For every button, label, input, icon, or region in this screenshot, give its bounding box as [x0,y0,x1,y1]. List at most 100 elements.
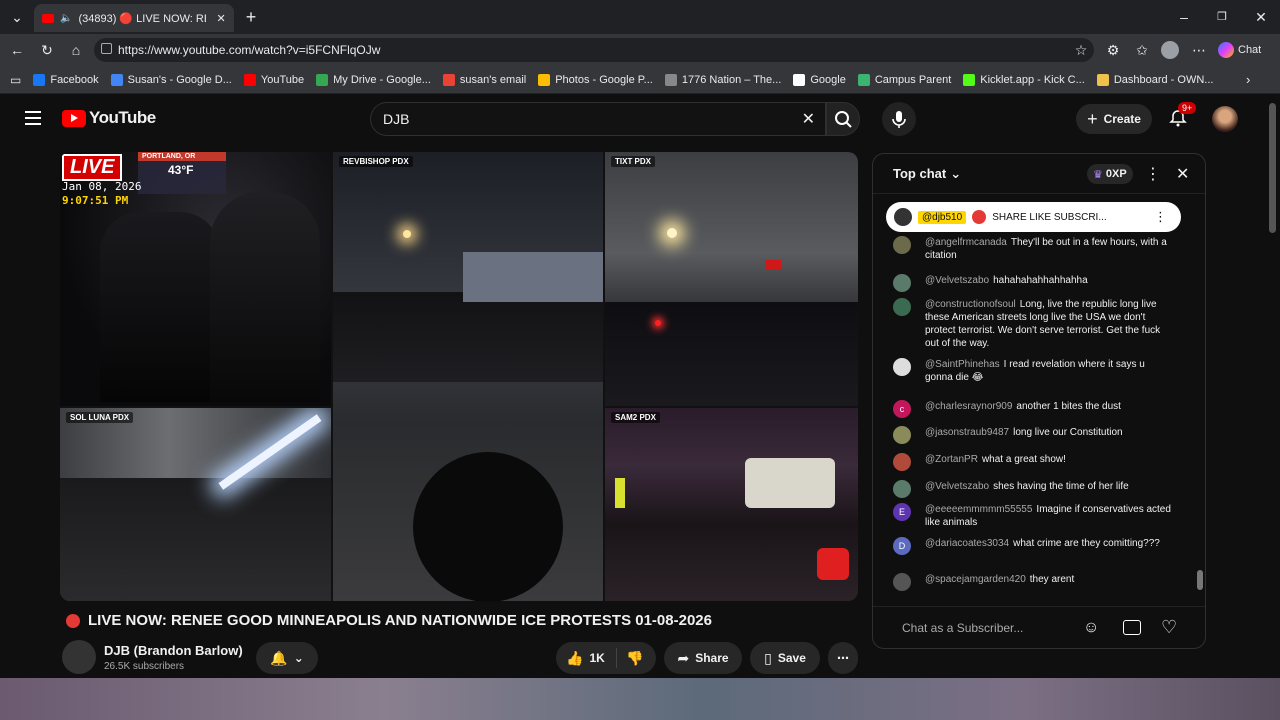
channel-name[interactable]: DJB (Brandon Barlow) [104,643,243,658]
chat-options-icon[interactable]: ⋮ [1145,164,1161,184]
like-dislike-group: 👍 1K 👎 [556,642,656,674]
chat-author-avatar[interactable] [893,274,911,292]
like-button[interactable]: 👍 1K [566,650,605,667]
pinned-message[interactable]: @djb510 SHARE LIKE SUBSCRI... ⋮ [886,202,1181,232]
chat-author[interactable]: @jasonstraub9487 [925,427,1009,438]
page-scrollbar[interactable] [1266,95,1280,678]
share-label: Share [695,651,729,665]
chat-author[interactable]: @charlesraynor909 [925,401,1012,412]
thumbs-down-icon[interactable]: 👎 [626,650,643,667]
chat-author-avatar[interactable] [893,573,911,591]
pinned-options-icon[interactable]: ⋮ [1154,209,1167,225]
emoji-icon[interactable]: ☺ [1083,619,1099,637]
bookmark-item[interactable]: Google [793,73,846,86]
bookmark-item[interactable]: Susan's - Google D... [110,73,232,86]
refresh-icon[interactable]: ↻ [38,41,56,59]
speaker-icon[interactable]: 🔈 [60,13,72,24]
youtube-logo[interactable]: YouTube [62,108,156,128]
chat-author-avatar[interactable]: E [893,503,911,521]
profile-avatar[interactable] [1161,41,1179,59]
copilot-chat-button[interactable]: Chat [1218,38,1274,62]
bookmark-item[interactable]: YouTube [243,73,304,86]
live-indicator-icon [66,613,80,628]
video-cell-bottom-right: SAM2 PDX [605,408,858,601]
thumbs-up-icon: 👍 [566,649,584,666]
tab-list-icon[interactable]: ⌄ [8,8,26,26]
points-badge[interactable]: ♛ 0XP [1087,164,1133,184]
weather-overlay: PORTLAND, OR 43°F [138,152,226,194]
youtube-play-icon [62,109,86,127]
new-tab-button[interactable]: + [242,8,260,26]
create-button[interactable]: + Create [1076,104,1152,134]
more-actions-button[interactable]: ⋯ [828,642,858,674]
hamburger-menu-icon[interactable] [25,111,41,125]
clear-search-icon[interactable]: ✕ [802,109,815,129]
chat-author-avatar[interactable] [893,426,911,444]
bookmark-item[interactable]: Campus Parent [857,73,951,86]
chat-author-avatar[interactable] [893,358,911,376]
minimize-icon[interactable]: – [1175,8,1193,26]
save-label: Save [777,651,806,665]
chat-scrollbar[interactable] [1197,198,1203,598]
chat-label: Chat [1238,44,1262,56]
favorites-icon[interactable]: ☆ [1072,41,1090,59]
extensions-icon[interactable]: ⚙ [1104,41,1122,59]
chat-author[interactable]: @eeeeemmmmm55555 [925,504,1032,515]
notification-bell-button[interactable]: 🔔 ⌄ [256,642,318,674]
maximize-icon[interactable]: ❐ [1213,8,1231,26]
search-input[interactable]: DJB ✕ [370,102,826,136]
chat-author[interactable]: @angelfrmcanada [925,237,1007,248]
more-menu-icon[interactable]: ⋯ [1190,41,1208,59]
chat-text: long live our Constitution [1013,427,1123,438]
site-info-icon[interactable] [101,43,112,54]
chat-author-avatar[interactable]: c [893,400,911,418]
chat-author[interactable]: @SaintPhinehas [925,359,1000,370]
bookmark-item[interactable]: Facebook [33,73,99,86]
bookmark-favicon-icon [538,73,551,86]
close-tab-icon[interactable]: ✕ [216,12,225,25]
save-button[interactable]: ▯ Save [750,642,820,674]
bookmark-item[interactable]: Dashboard - OWN... [1096,73,1213,86]
bookmark-item[interactable]: Kicklet.app - Kick C... [963,73,1085,86]
home-icon[interactable]: ⌂ [67,41,85,59]
video-title-text: LIVE NOW: RENEE GOOD MINNEAPOLIS AND NAT… [88,612,712,629]
browser-tab[interactable]: 🔈 (34893) 🔴 LIVE NOW: RENEE ✕ [34,4,234,32]
chat-author[interactable]: @dariacoates3034 [925,538,1009,549]
top-chat-dropdown[interactable]: Top chat ⌄ [893,166,961,182]
voice-search-button[interactable] [882,102,916,136]
notifications-button[interactable]: 9+ [1168,102,1197,128]
search-button[interactable] [826,102,860,136]
heart-icon[interactable]: ♡ [1161,617,1177,638]
bookmark-item[interactable]: Photos - Google P... [538,73,653,86]
chat-author[interactable]: @Velvetszabo [925,481,989,492]
chat-author[interactable]: @Velvetszabo [925,275,989,286]
bookmark-label: My Drive - Google... [333,73,431,86]
close-chat-icon[interactable]: ✕ [1176,164,1189,184]
bookmark-item[interactable]: My Drive - Google... [316,73,431,86]
chat-author-avatar[interactable] [893,453,911,471]
chat-author[interactable]: @ZortanPR [925,454,978,465]
super-chat-icon[interactable] [1123,620,1141,635]
video-player[interactable]: REVBISHOP PDX TIXT PDX SOL LUNA PDX SAM2… [60,152,858,601]
collections-icon[interactable]: ✩ [1133,41,1151,59]
bookmark-item[interactable]: susan's email [442,73,526,86]
chat-author-avatar[interactable] [893,298,911,316]
chat-author[interactable]: @constructionofsoul [925,299,1016,310]
url-field[interactable]: https://www.youtube.com/watch?v=i5FCNFlq… [94,38,1094,62]
close-window-icon[interactable]: ✕ [1252,8,1270,26]
chat-author[interactable]: @spacejamgarden420 [925,574,1026,585]
channel-avatar[interactable] [62,640,96,674]
top-chat-label: Top chat [893,166,947,181]
chat-author-avatar[interactable] [893,236,911,254]
bookmarks-overflow-icon[interactable]: › [1246,72,1250,87]
chat-input[interactable]: Chat as a Subscriber... [902,621,1023,635]
bookmark-item[interactable]: 1776 Nation – The... [664,73,781,86]
chat-author-avatar[interactable]: D [893,537,911,555]
bookmark-favicon-icon [664,73,677,86]
account-avatar[interactable] [1212,106,1238,132]
back-icon[interactable]: ← [8,41,26,59]
chat-author-avatar[interactable] [893,480,911,498]
video-cell-bottom-left: SOL LUNA PDX [60,408,331,601]
apps-icon[interactable]: ▭ [10,73,21,87]
share-button[interactable]: ➦ Share [664,642,742,674]
